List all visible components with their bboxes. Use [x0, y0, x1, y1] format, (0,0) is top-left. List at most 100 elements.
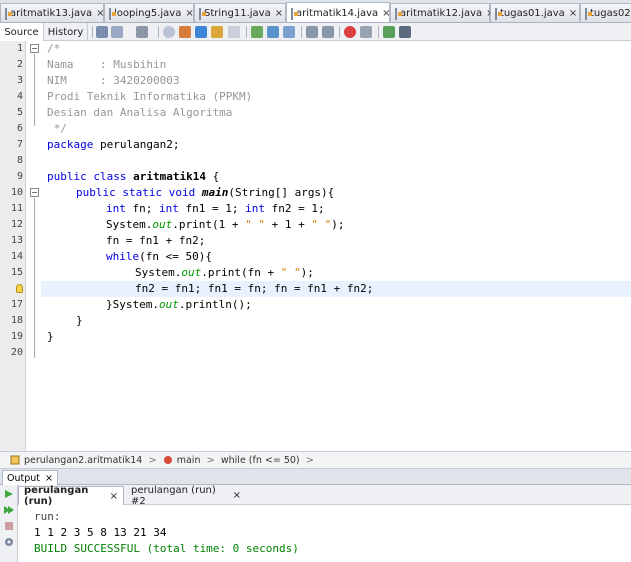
code-text: (String[] args){	[228, 186, 335, 199]
code-text: System.	[135, 266, 182, 279]
previous-bookmark-icon[interactable]	[251, 26, 263, 38]
last-edit-icon[interactable]	[96, 26, 108, 38]
next-bookmark-icon[interactable]	[267, 26, 279, 38]
line-number: 1	[16, 43, 23, 54]
code-line-17: }System.out.println();	[106, 297, 252, 313]
output-tab-run-2[interactable]: perulangan (run) #2 ×	[126, 485, 246, 507]
close-icon[interactable]: ×	[275, 8, 283, 19]
close-icon[interactable]: ×	[110, 491, 118, 502]
code-text: );	[300, 266, 314, 279]
tab-aritmatik13[interactable]: aritmatik13.java ×	[0, 3, 105, 22]
java-file-icon	[585, 7, 592, 20]
code-text: System.	[106, 218, 153, 231]
tab-label: tugas01.java	[500, 8, 565, 19]
uncomment-icon[interactable]	[399, 26, 411, 38]
breadcrumb-statement-label: while (fn <= 50)	[220, 454, 300, 466]
java-file-icon	[5, 7, 12, 20]
toolbar-separator	[246, 26, 247, 38]
tab-label: String11.java	[204, 8, 271, 19]
fold-toggle-icon[interactable]: −	[30, 188, 39, 197]
line-number: 10	[10, 187, 23, 198]
method-name: main	[201, 186, 229, 199]
string-literal: " "	[280, 266, 301, 279]
rerun-with-params-icon[interactable]	[4, 505, 14, 515]
code-line-3: NIM : 3420200003	[47, 74, 180, 87]
stop-icon[interactable]	[4, 521, 14, 531]
line-number-gutter: 1 2 3 4 5 6 7 8 9 10 11 12 13 14 15 16 1…	[0, 41, 26, 451]
line-number: 19	[10, 331, 23, 342]
find-selection-icon[interactable]	[211, 26, 223, 38]
output-tab-run[interactable]: perulangan (run) ×	[18, 485, 124, 507]
editor-tab-bar: aritmatik13.java × looping5.java × Strin…	[0, 0, 631, 23]
line-number: 20	[10, 347, 23, 358]
lightbulb-hint-icon[interactable]	[16, 284, 23, 293]
class-name: aritmatik14	[126, 170, 206, 183]
toolbar-separator	[339, 26, 340, 38]
tab-string11[interactable]: String11.java ×	[194, 3, 286, 22]
history-button[interactable]: History	[44, 23, 88, 41]
code-text: + 1 +	[264, 218, 312, 231]
breadcrumb-statement[interactable]: while (fn <= 50)	[221, 455, 300, 466]
fold-guide	[34, 198, 35, 358]
console-line-build-status: BUILD SUCCESSFUL (total time: 0 seconds)	[34, 542, 299, 555]
settings-icon[interactable]	[4, 537, 14, 547]
search-icon[interactable]	[163, 26, 175, 38]
line-number: 12	[10, 219, 23, 230]
output-panel: Output × perulangan (run) × perulangan (…	[0, 469, 631, 562]
code-editor[interactable]: 1 2 3 4 5 6 7 8 9 10 11 12 13 14 15 16 1…	[0, 41, 631, 451]
fold-toggle-icon[interactable]: −	[30, 44, 39, 53]
find-previous-icon[interactable]	[179, 26, 191, 38]
rerun-icon[interactable]	[4, 489, 14, 499]
toolbar-separator	[158, 26, 159, 38]
line-number: 7	[16, 139, 23, 150]
keyword: public static void	[76, 186, 196, 199]
tab-tugas02[interactable]: tugas02.j	[580, 3, 631, 22]
breadcrumb-method[interactable]: main	[163, 455, 200, 466]
keyword: int	[159, 202, 179, 215]
string-literal: " "	[245, 218, 265, 231]
toolbar-separator	[301, 26, 302, 38]
tab-aritmatik12[interactable]: aritmatik12.java ×	[390, 3, 495, 22]
code-text: fn;	[125, 202, 159, 215]
chevron-right-icon: >	[148, 454, 157, 466]
find-next-icon[interactable]	[195, 26, 207, 38]
breadcrumb-class[interactable]: perulangan2.aritmatik14	[10, 455, 142, 466]
tab-aritmatik14[interactable]: aritmatik14.java ×	[286, 2, 391, 22]
close-icon[interactable]: ×	[569, 8, 577, 19]
tab-looping5[interactable]: looping5.java ×	[104, 3, 194, 22]
code-line-5: Desian dan Analisa Algoritma	[47, 106, 233, 119]
close-icon[interactable]: ×	[233, 490, 241, 501]
java-file-icon	[495, 7, 502, 20]
close-icon[interactable]: ×	[185, 8, 193, 19]
code-line-16: fn2 = fn1; fn1 = fn; fn = fn1 + fn2;	[135, 282, 374, 295]
back-icon[interactable]	[111, 26, 123, 38]
java-file-icon	[109, 7, 116, 20]
code-text: .print(1 +	[172, 218, 246, 231]
tab-tugas01[interactable]: tugas01.java ×	[490, 3, 580, 22]
keyword: package	[47, 138, 94, 151]
tab-label: looping5.java	[114, 8, 182, 19]
toggle-highlight-icon[interactable]	[228, 26, 240, 38]
code-text: .print(fn +	[201, 266, 281, 279]
code-line-13: fn = fn1 + fn2;	[106, 234, 206, 247]
field-name: out	[152, 218, 173, 231]
shift-left-icon[interactable]	[306, 26, 318, 38]
output-window-tab[interactable]: Output ×	[2, 470, 58, 485]
comment-icon[interactable]	[383, 26, 395, 38]
forward-icon[interactable]	[136, 26, 148, 38]
shift-right-icon[interactable]	[322, 26, 334, 38]
console-output[interactable]: run: 1 1 2 3 5 8 13 21 34 BUILD SUCCESSF…	[34, 509, 299, 557]
start-macro-icon[interactable]	[344, 26, 356, 38]
line-number: 4	[16, 91, 23, 102]
toolbar-separator	[378, 26, 379, 38]
close-icon[interactable]: ×	[45, 472, 53, 485]
toggle-bookmark-icon[interactable]	[283, 26, 295, 38]
code-line-4: Prodi Teknik Informatika (PPKM)	[47, 90, 253, 103]
stop-macro-icon[interactable]	[360, 26, 372, 38]
line-number: 13	[10, 235, 23, 246]
toolbar-separator	[92, 26, 93, 38]
code-line-14: while(fn <= 50){	[106, 249, 212, 265]
source-button[interactable]: Source	[0, 23, 44, 41]
code-area[interactable]: /* Nama : Musbihin NIM : 3420200003 Prod…	[41, 41, 631, 451]
code-line-19: }	[47, 330, 54, 343]
